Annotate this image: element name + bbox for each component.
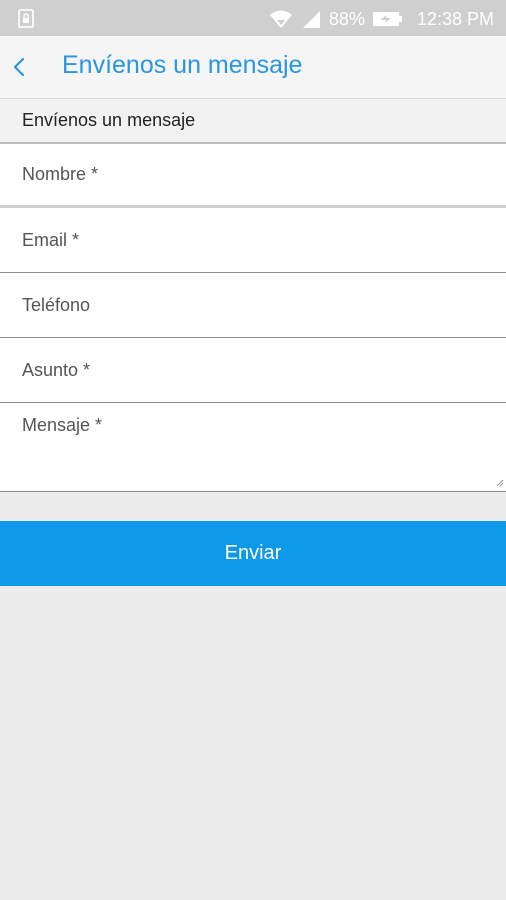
subject-field-row	[0, 338, 506, 403]
phone-field[interactable]	[22, 273, 496, 337]
battery-icon	[372, 12, 402, 26]
app-bar: Envíenos un mensaje	[0, 36, 506, 99]
name-field[interactable]	[22, 144, 496, 205]
battery-percentage: 88%	[328, 8, 365, 29]
message-field[interactable]	[22, 415, 496, 489]
email-field[interactable]	[22, 208, 496, 272]
name-field-row	[0, 144, 506, 208]
form-section-header: Envíenos un mensaje	[0, 99, 506, 144]
resize-handle-icon[interactable]	[496, 479, 504, 487]
subject-field[interactable]	[22, 338, 496, 402]
phone-field-row	[0, 273, 506, 338]
chevron-left-icon[interactable]	[8, 53, 32, 81]
clock: 12:38 PM	[416, 8, 494, 29]
page-title: Envíenos un mensaje	[62, 51, 303, 79]
sim-lock-icon	[18, 9, 34, 28]
message-field-row	[0, 403, 506, 492]
status-icons: 88% 12:38 PM	[261, 8, 494, 30]
signal-icon	[302, 11, 320, 28]
wifi-icon	[269, 10, 292, 28]
email-field-row	[0, 208, 506, 273]
status-bar: 88% 12:38 PM	[0, 0, 506, 36]
send-button[interactable]: Enviar	[0, 521, 506, 586]
form-section-title: Envíenos un mensaje	[22, 110, 196, 130]
